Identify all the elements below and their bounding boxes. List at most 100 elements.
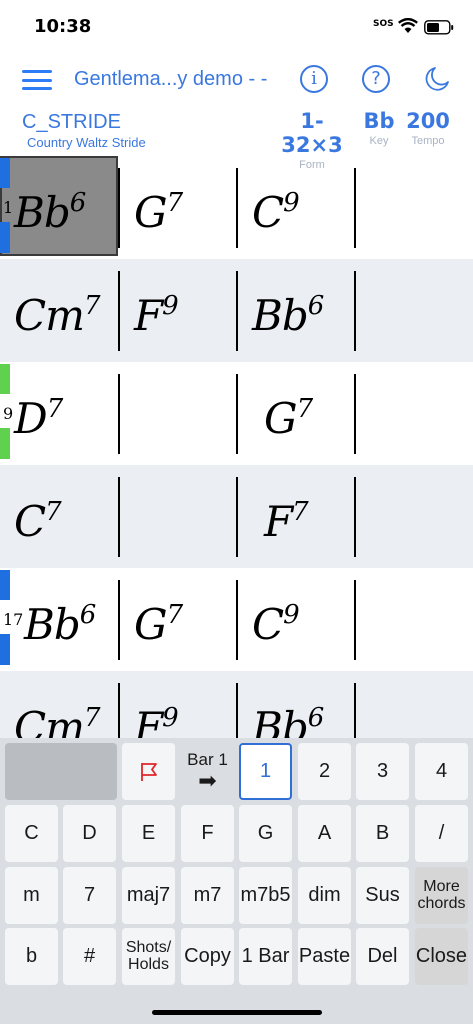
note-button-f[interactable]: F <box>181 805 234 862</box>
section-marker <box>0 570 10 600</box>
bar-cell[interactable] <box>118 465 236 568</box>
bar-number: 17 <box>3 610 24 629</box>
note-button-b[interactable]: B <box>356 805 409 862</box>
chord-symbol: G7 <box>264 394 313 443</box>
flag-icon <box>140 762 157 781</box>
quality-button-m7b5[interactable]: m7b5 <box>239 867 292 924</box>
note-button-e[interactable]: E <box>122 805 175 862</box>
quality-button-maj7[interactable]: maj7 <box>122 867 175 924</box>
moon-icon[interactable] <box>424 66 450 92</box>
bar-cell[interactable]: Cm7 <box>0 259 118 362</box>
delete-button[interactable]: Del <box>356 928 409 985</box>
note-button-g[interactable]: G <box>239 805 292 862</box>
bar-cell[interactable] <box>354 259 473 362</box>
chord-row: Cm7 F9 Bb6 <box>0 671 473 740</box>
chord-symbol: C9 <box>252 188 300 237</box>
arrow-right-icon: ➡ <box>198 767 217 793</box>
note-button-d[interactable]: D <box>63 805 116 862</box>
hamburger-menu-icon[interactable] <box>22 68 52 92</box>
note-button-c[interactable]: C <box>5 805 58 862</box>
note-button-a[interactable]: A <box>298 805 351 862</box>
bar-line <box>118 374 120 454</box>
blank-key <box>5 743 117 800</box>
bar-selector[interactable]: Bar 1 ➡ <box>181 743 234 800</box>
quality-button-7[interactable]: 7 <box>63 867 116 924</box>
bar-cell[interactable]: G7 <box>236 362 354 465</box>
sos-indicator: SOS <box>373 20 394 29</box>
section-marker <box>0 428 10 459</box>
chord-symbol: C9 <box>252 600 300 649</box>
status-time: 10:38 <box>34 16 92 37</box>
bar-line <box>354 683 356 740</box>
section-marker <box>0 222 10 253</box>
bar-cell[interactable]: Bb6 <box>236 259 354 362</box>
flag-button[interactable] <box>122 743 175 800</box>
chord-symbol: F7 <box>264 497 309 546</box>
one-bar-button[interactable]: 1 Bar <box>239 928 292 985</box>
copy-button[interactable]: Copy <box>181 928 234 985</box>
beat-button-3[interactable]: 3 <box>356 743 409 800</box>
bar-cell[interactable] <box>354 465 473 568</box>
bar-cell[interactable]: Cm7 <box>0 671 118 740</box>
section-marker <box>0 158 10 188</box>
info-icon[interactable]: i <box>300 65 328 93</box>
bar-cell[interactable] <box>354 362 473 465</box>
tempo-stat[interactable]: 200 Tempo <box>404 109 452 147</box>
quality-button-more-chords[interactable]: More chords <box>415 867 468 924</box>
quality-button-m[interactable]: m <box>5 867 58 924</box>
chord-grid: Bb6 G7 C9 1 Cm7 F9 Bb6 D7 G7 9 C7 F7 Bb6 G7 C9 17 Cm7 F9 B… <box>0 156 473 740</box>
bar-cell[interactable] <box>118 362 236 465</box>
chord-symbol: G7 <box>134 600 183 649</box>
bar-cell[interactable]: G7 <box>118 156 236 259</box>
flat-button[interactable]: b <box>5 928 58 985</box>
style-name[interactable]: C_STRIDE <box>22 111 121 134</box>
status-bar: 10:38 SOS <box>0 0 473 56</box>
bar-cell[interactable]: F9 <box>118 259 236 362</box>
chord-row: Cm7 F9 Bb6 <box>0 259 473 362</box>
beat-button-4[interactable]: 4 <box>415 743 468 800</box>
bar-line <box>118 477 120 557</box>
sos-text: SOS <box>373 19 394 29</box>
bar-cell[interactable] <box>354 671 473 740</box>
quality-button-dim[interactable]: dim <box>298 867 351 924</box>
sharp-button[interactable]: # <box>63 928 116 985</box>
bar-number: 1 <box>3 198 14 217</box>
key-value: Bb <box>363 109 395 133</box>
home-indicator[interactable] <box>152 1010 322 1015</box>
key-stat[interactable]: Bb Key <box>361 109 397 147</box>
form-value: 1-32×3 <box>281 109 343 157</box>
chord-symbol: Cm7 <box>14 703 100 740</box>
bar-cell[interactable]: C9 <box>236 568 354 671</box>
nav-bar: Gentlema...y demo - - i ? <box>0 56 473 106</box>
chord-row: D7 G7 9 <box>0 362 473 465</box>
shots-holds-button[interactable]: Shots/ Holds <box>122 928 175 985</box>
bar-cell[interactable] <box>354 156 473 259</box>
bar-cell[interactable] <box>354 568 473 671</box>
bar-line <box>354 374 356 454</box>
battery-icon <box>424 20 454 35</box>
beat-button-1[interactable]: 1 <box>239 743 292 800</box>
chord-symbol: F9 <box>134 291 179 340</box>
bar-line <box>236 580 238 660</box>
wifi-icon <box>398 18 418 33</box>
song-title[interactable]: Gentlema...y demo - - <box>74 68 267 91</box>
bar-cell[interactable]: D7 <box>0 362 118 465</box>
quality-button-m7[interactable]: m7 <box>181 867 234 924</box>
paste-button[interactable]: Paste <box>298 928 351 985</box>
note-button-slash[interactable]: / <box>415 805 468 862</box>
quality-button-sus[interactable]: Sus <box>356 867 409 924</box>
chord-row: C7 F7 <box>0 465 473 568</box>
tempo-label: Tempo <box>411 135 445 147</box>
bar-cell[interactable]: Bb6 <box>0 156 118 259</box>
help-icon[interactable]: ? <box>362 65 390 93</box>
bar-cell[interactable]: C7 <box>0 465 118 568</box>
bar-cell[interactable]: G7 <box>118 568 236 671</box>
bar-cell[interactable]: F7 <box>236 465 354 568</box>
bar-cell[interactable]: F9 <box>118 671 236 740</box>
bar-line <box>236 374 238 454</box>
close-button[interactable]: Close <box>415 928 468 985</box>
beat-button-2[interactable]: 2 <box>298 743 351 800</box>
bar-cell[interactable]: Bb6 <box>236 671 354 740</box>
bar-cell[interactable]: C9 <box>236 156 354 259</box>
bar-line <box>236 477 238 557</box>
